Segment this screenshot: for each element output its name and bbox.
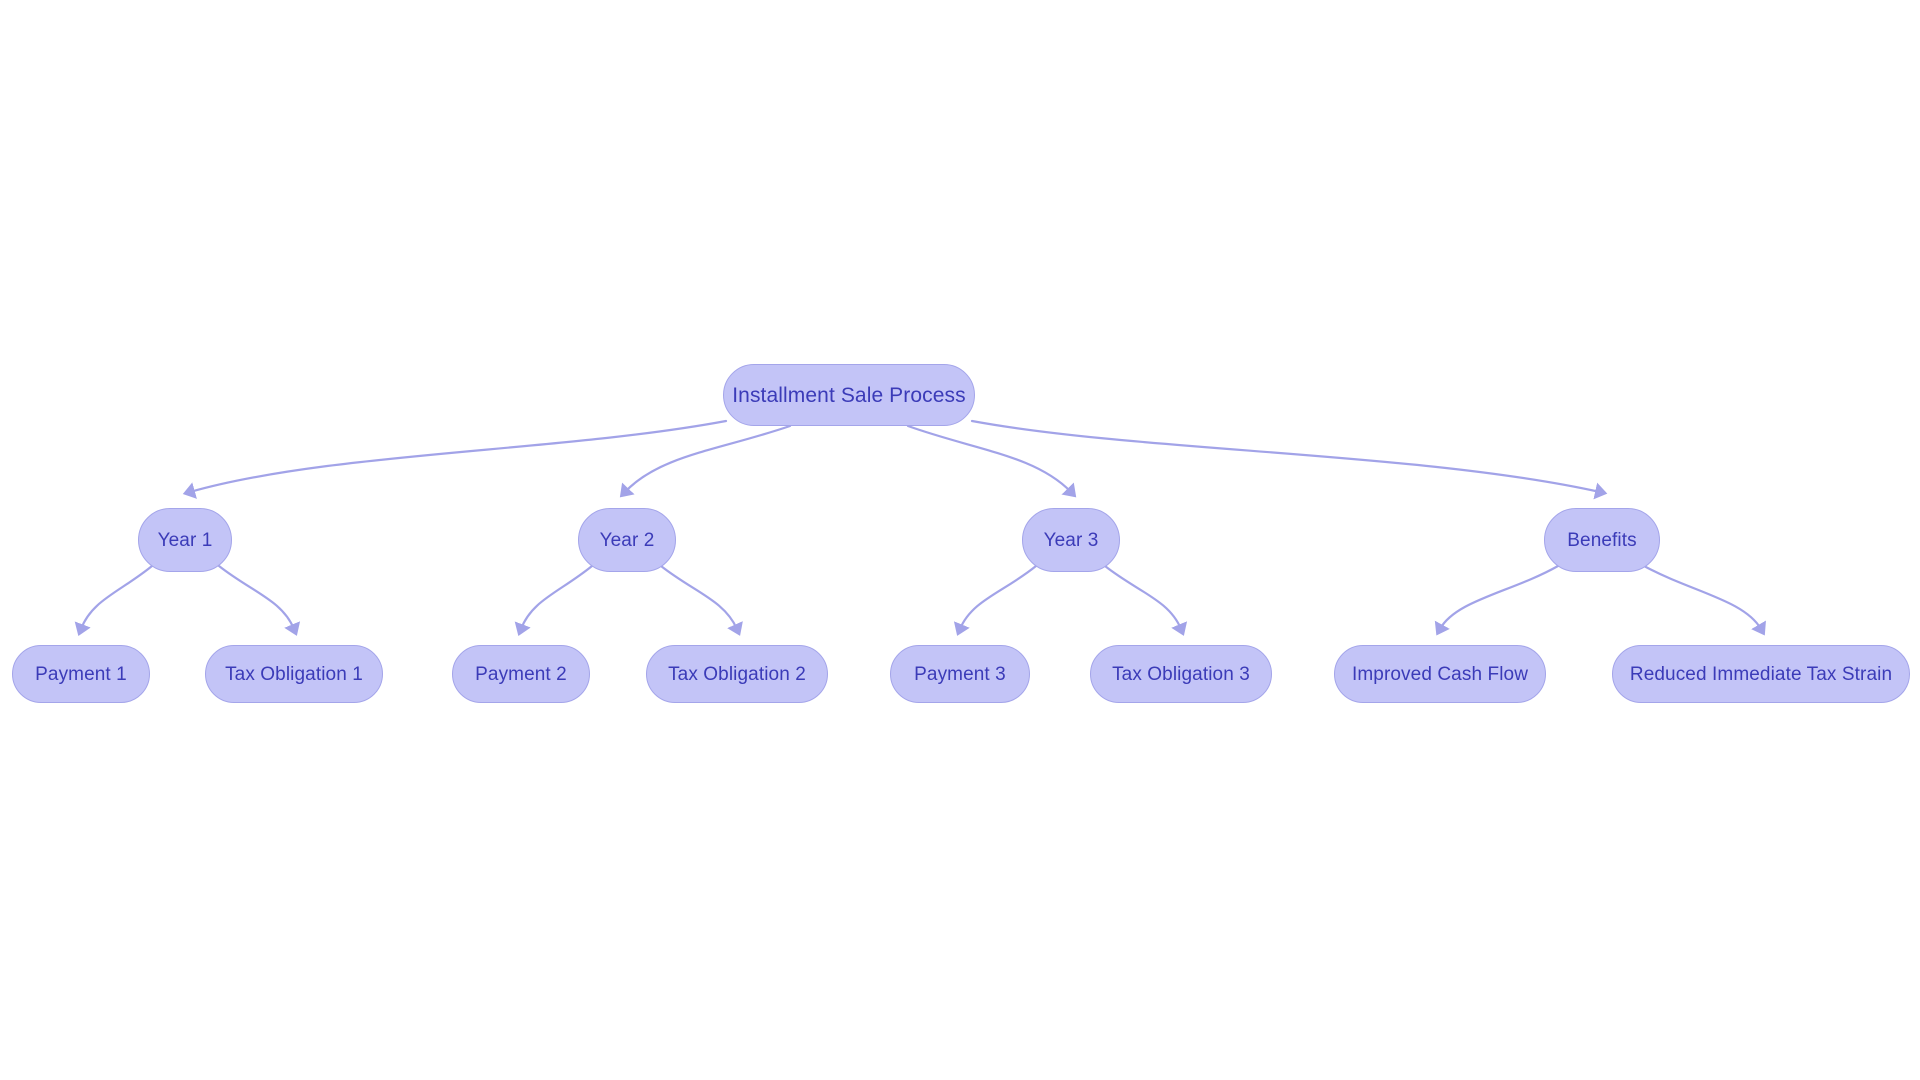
edge-root-to-year3 xyxy=(906,424,1077,498)
node-label: Tax Obligation 1 xyxy=(225,663,363,685)
node-year3[interactable]: Year 3 xyxy=(1022,508,1120,572)
node-label: Tax Obligation 2 xyxy=(668,663,806,685)
node-label: Improved Cash Flow xyxy=(1351,663,1529,685)
edge-year1-to-payment1 xyxy=(74,564,154,636)
node-label: Installment Sale Process xyxy=(732,383,966,407)
node-label: Year 3 xyxy=(1043,529,1099,551)
node-label: Payment 3 xyxy=(914,663,1006,685)
node-label: Year 2 xyxy=(599,529,655,551)
edge-root-to-year2 xyxy=(619,424,792,498)
node-year2[interactable]: Year 2 xyxy=(578,508,676,572)
edge-year3-to-payment3 xyxy=(953,564,1038,636)
node-payment3[interactable]: Payment 3 xyxy=(890,645,1030,703)
edge-year1-to-taxobl1 xyxy=(217,564,301,636)
node-label: Payment 2 xyxy=(475,663,567,685)
edge-year3-to-taxobl3 xyxy=(1103,564,1188,636)
node-taxstrain[interactable]: Reduced Immediate Tax Strain xyxy=(1612,645,1910,703)
node-payment1[interactable]: Payment 1 xyxy=(12,645,150,703)
node-year1[interactable]: Year 1 xyxy=(138,508,232,572)
node-taxobl2[interactable]: Tax Obligation 2 xyxy=(646,645,828,703)
edge-group xyxy=(74,419,1766,636)
node-cashflow[interactable]: Improved Cash Flow xyxy=(1334,645,1546,703)
edge-root-to-benefits xyxy=(970,419,1608,500)
node-benefits[interactable]: Benefits xyxy=(1544,508,1660,572)
flowchart-canvas: Installment Sale Process Year 1 Year 2 Year… xyxy=(0,0,1920,1080)
node-label: Year 1 xyxy=(157,529,213,551)
node-taxobl3[interactable]: Tax Obligation 3 xyxy=(1090,645,1272,703)
edge-year2-to-taxobl2 xyxy=(659,564,743,636)
node-taxobl1[interactable]: Tax Obligation 1 xyxy=(205,645,383,703)
node-payment2[interactable]: Payment 2 xyxy=(452,645,590,703)
node-label: Reduced Immediate Tax Strain xyxy=(1629,663,1893,685)
edge-year2-to-payment2 xyxy=(514,564,594,636)
edge-benefits-to-taxstrain xyxy=(1642,564,1766,636)
node-label: Benefits xyxy=(1567,529,1637,551)
node-label: Payment 1 xyxy=(35,663,127,685)
node-label: Tax Obligation 3 xyxy=(1112,663,1250,685)
edge-benefits-to-cashflow xyxy=(1434,564,1560,636)
edge-root-to-year1 xyxy=(182,419,728,499)
node-root[interactable]: Installment Sale Process xyxy=(723,364,975,426)
